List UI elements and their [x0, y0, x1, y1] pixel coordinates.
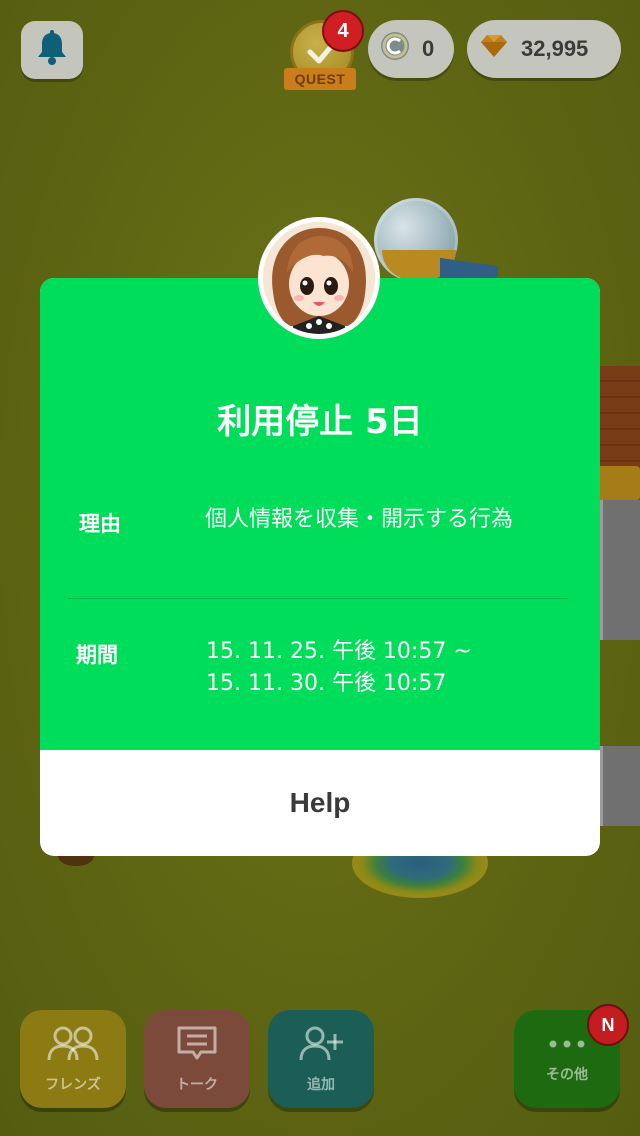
- suspension-dialog-body: 利用停止 5日 理由 個人情報を収集・開示する行為 期間 15. 11. 25.…: [40, 278, 600, 750]
- friends-icon: [43, 1024, 103, 1068]
- road-decoration: [600, 500, 640, 640]
- gem-icon: [479, 34, 509, 64]
- gem-balance[interactable]: 32,995: [467, 20, 621, 78]
- bell-icon: [35, 30, 69, 70]
- nav-other-label: その他: [546, 1067, 588, 1083]
- coin-balance[interactable]: 0: [368, 20, 454, 78]
- chat-icon: [175, 1024, 219, 1068]
- period-value: 15. 11. 25. 午後 10:57 ~ 15. 11. 30. 午後 10…: [206, 636, 566, 700]
- coin-count: 0: [422, 36, 435, 61]
- nav-friends-label: フレンズ: [45, 1077, 101, 1093]
- nav-add-label: 追加: [307, 1077, 335, 1093]
- quest-count-badge: 4: [322, 10, 364, 52]
- avatar: [258, 217, 380, 339]
- divider: [68, 598, 568, 599]
- suspension-dialog: 利用停止 5日 理由 個人情報を収集・開示する行為 期間 15. 11. 25.…: [40, 278, 600, 856]
- coin-icon: [380, 31, 410, 67]
- reason-value: 個人情報を収集・開示する行為: [205, 507, 514, 532]
- period-end: 15. 11. 30. 午後 10:57: [206, 671, 447, 696]
- period-start: 15. 11. 25. 午後 10:57 ~: [206, 639, 472, 664]
- brick-tower-decoration: [598, 366, 640, 476]
- nav-talk-button[interactable]: トーク: [144, 1010, 250, 1108]
- period-label: 期間: [76, 643, 118, 667]
- add-friend-icon: [295, 1024, 347, 1068]
- more-dots-icon: [545, 1034, 589, 1058]
- new-badge: N: [587, 1004, 629, 1046]
- notifications-button[interactable]: [21, 21, 83, 79]
- reason-label: 理由: [79, 512, 121, 536]
- gem-count: 32,995: [521, 36, 589, 61]
- road-decoration-lower: [600, 746, 640, 826]
- avatar-image: [263, 222, 375, 334]
- nav-friends-button[interactable]: フレンズ: [20, 1010, 126, 1108]
- dialog-title: 利用停止 5日: [217, 402, 423, 442]
- quest-label: QUEST: [284, 68, 356, 90]
- nav-add-friend-button[interactable]: 追加: [268, 1010, 374, 1108]
- nav-talk-label: トーク: [176, 1077, 218, 1093]
- help-button[interactable]: Help: [40, 750, 600, 856]
